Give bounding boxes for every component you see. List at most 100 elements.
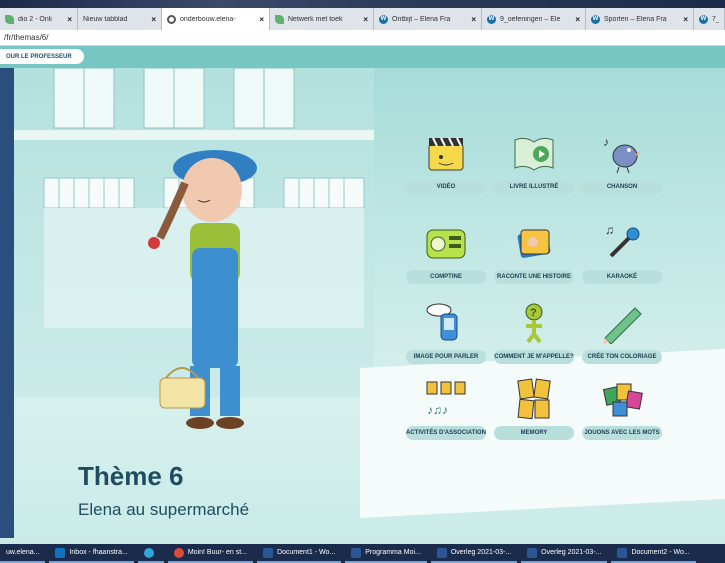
- activity-song[interactable]: ♪ CHANSON: [582, 132, 662, 194]
- activity-label: COMMENT JE M'APPELLE?: [494, 350, 574, 364]
- taskbar-label: Moin! Buur- en st...: [187, 549, 247, 556]
- activity-what-is-my-name[interactable]: ? COMMENT JE M'APPELLE?: [494, 302, 574, 364]
- outlook-icon: [55, 547, 66, 558]
- radio-icon: [426, 229, 466, 259]
- leaf-icon: [275, 14, 284, 24]
- taskbar-item-word[interactable]: Overleg 2021-03-...: [521, 544, 608, 563]
- tab-label: 7_: [712, 15, 719, 23]
- activity-picture-talk[interactable]: IMAGE POUR PARLER: [406, 302, 486, 364]
- word-icon: [527, 547, 538, 558]
- tab-label: dio 2 - Onli: [18, 15, 52, 23]
- taskbar-item-chrome[interactable]: Moin! Buur- en st...: [167, 544, 253, 563]
- taskbar-label: Overleg 2021-03-...: [541, 549, 602, 556]
- activity-association[interactable]: ♪♫♪ ACTIVITÉS D'ASSOCIATION: [406, 378, 486, 440]
- activity-label: CHANSON: [582, 180, 662, 194]
- svg-text:♪♫♪: ♪♫♪: [427, 403, 448, 417]
- tab-label: Nieuw tabblad: [83, 15, 128, 23]
- taskbar-label: Overleg 2021-03-...: [450, 549, 512, 556]
- taskbar-item-word[interactable]: Document2 - Wo...: [611, 544, 696, 563]
- activity-illustrated-book[interactable]: LIVRE ILLUSTRÉ: [494, 132, 574, 194]
- theme-title: Thème 6: [78, 461, 184, 491]
- activity-word-games[interactable]: JOUONS AVEC LES MOTS: [582, 378, 662, 440]
- activity-video[interactable]: VIDÉO: [406, 132, 486, 194]
- tab-label: Ontbijt – Elena Fra: [392, 15, 451, 23]
- activity-create-coloring[interactable]: CRÉE TON COLORIAGE: [582, 302, 662, 364]
- wordpress-icon: W: [591, 14, 600, 24]
- tab-label: Netwerk met toek: [288, 15, 343, 23]
- memory-cards-icon: [517, 378, 551, 420]
- word-cards-icon: [602, 383, 643, 417]
- taskbar-label: Document2 - Wo...: [631, 549, 690, 556]
- browser-tab[interactable]: dio 2 - Onli ×: [0, 8, 78, 30]
- top-strip: OUR LE PROFESSEUR: [0, 46, 725, 68]
- activity-nursery-rhyme[interactable]: COMPTINE: [406, 222, 486, 284]
- close-icon[interactable]: ×: [363, 15, 368, 24]
- os-taskbar: uw.elena... Inbox - fhaanstra... Moin! B…: [0, 544, 725, 563]
- taskbar-item-word[interactable]: Document1 - Wo...: [256, 544, 342, 563]
- browser-tab[interactable]: W Sporten – Elena Fra ×: [586, 8, 694, 30]
- pencil-icon: [603, 307, 642, 344]
- browser-tab-strip: dio 2 - Onli × Nieuw tabblad × onderbouw…: [0, 0, 725, 30]
- theme-subtitle: Elena au supermarché: [78, 500, 250, 519]
- browser-tab[interactable]: W 9_oefeningen – Ele ×: [482, 8, 586, 30]
- taskbar-item[interactable]: uw.elena...: [0, 544, 46, 563]
- book-play-icon: [514, 137, 554, 171]
- elena-character-illustration: [148, 150, 257, 429]
- singing-bird-icon: ♪: [603, 135, 641, 174]
- tab-label: Sporten – Elena Fra: [604, 15, 667, 23]
- tab-label: 9_oefeningen – Ele: [500, 15, 561, 23]
- activity-label: IMAGE POUR PARLER: [406, 350, 486, 364]
- wordpress-icon: W: [487, 14, 496, 24]
- activity-label: JOUONS AVEC LES MOTS: [582, 426, 662, 440]
- activity-label: KARAOKÉ: [582, 270, 662, 284]
- activity-memory[interactable]: MEMORY: [494, 378, 574, 440]
- activity-label: COMPTINE: [406, 270, 486, 284]
- word-icon: [351, 547, 362, 558]
- close-icon[interactable]: ×: [683, 15, 688, 24]
- word-icon: [617, 547, 628, 558]
- svg-text:?: ?: [530, 307, 537, 319]
- microphone-icon: ♫: [605, 223, 640, 258]
- close-icon[interactable]: ×: [151, 15, 156, 24]
- question-figure-icon: ?: [525, 303, 543, 344]
- svg-text:♪: ♪: [603, 135, 609, 149]
- professor-button[interactable]: OUR LE PROFESSEUR: [0, 49, 84, 64]
- address-bar[interactable]: /fr/themas/6/: [0, 30, 725, 46]
- chrome-icon: [167, 14, 176, 24]
- taskbar-label: Inbox - fhaanstra...: [69, 549, 128, 556]
- chrome-icon: [173, 547, 184, 558]
- close-icon[interactable]: ×: [575, 15, 580, 24]
- activity-tell-story[interactable]: RACONTE UNE HISTOIRE: [494, 222, 574, 284]
- story-cards-icon: [517, 229, 551, 258]
- video-clapper-icon: [428, 137, 464, 171]
- close-icon[interactable]: ×: [471, 15, 476, 24]
- taskbar-item-edge[interactable]: [137, 544, 164, 563]
- svg-text:♫: ♫: [605, 223, 614, 237]
- close-icon[interactable]: ×: [67, 15, 72, 24]
- activity-label: LIVRE ILLUSTRÉ: [494, 180, 574, 194]
- leaf-icon: [5, 14, 14, 24]
- left-edge-panel: [0, 68, 14, 538]
- activity-karaoke[interactable]: ♫ KARAOKÉ: [582, 222, 662, 284]
- close-icon[interactable]: ×: [259, 15, 264, 24]
- taskbar-item-word[interactable]: Programma Moi...: [345, 544, 427, 563]
- tab-label: onderbouw.elena-: [180, 15, 236, 23]
- browser-tab[interactable]: Nieuw tabblad ×: [78, 8, 162, 30]
- activity-label: MEMORY: [494, 426, 574, 440]
- taskbar-label: Programma Moi...: [365, 549, 421, 556]
- browser-tab[interactable]: W Ontbijt – Elena Fra ×: [374, 8, 482, 30]
- wordpress-icon: W: [379, 14, 388, 24]
- taskbar-item-word[interactable]: Overleg 2021-03-...: [430, 544, 518, 563]
- activity-label: CRÉE TON COLORIAGE: [582, 350, 662, 364]
- taskbar-item-outlook[interactable]: Inbox - fhaanstra...: [49, 544, 134, 563]
- taskbar-label: Document1 - Wo...: [276, 549, 336, 556]
- speech-phone-icon: [426, 303, 458, 341]
- word-icon: [262, 547, 273, 558]
- matching-notes-icon: ♪♫♪: [426, 381, 466, 417]
- browser-tab[interactable]: W 7_: [694, 8, 725, 30]
- page-content: OUR LE PROFESSEUR Thème 6 Elena au super…: [0, 46, 725, 544]
- browser-tab-active[interactable]: onderbouw.elena- ×: [162, 8, 270, 30]
- wordpress-icon: W: [699, 14, 708, 24]
- taskbar-label: uw.elena...: [6, 549, 40, 556]
- browser-tab[interactable]: Netwerk met toek ×: [270, 8, 374, 30]
